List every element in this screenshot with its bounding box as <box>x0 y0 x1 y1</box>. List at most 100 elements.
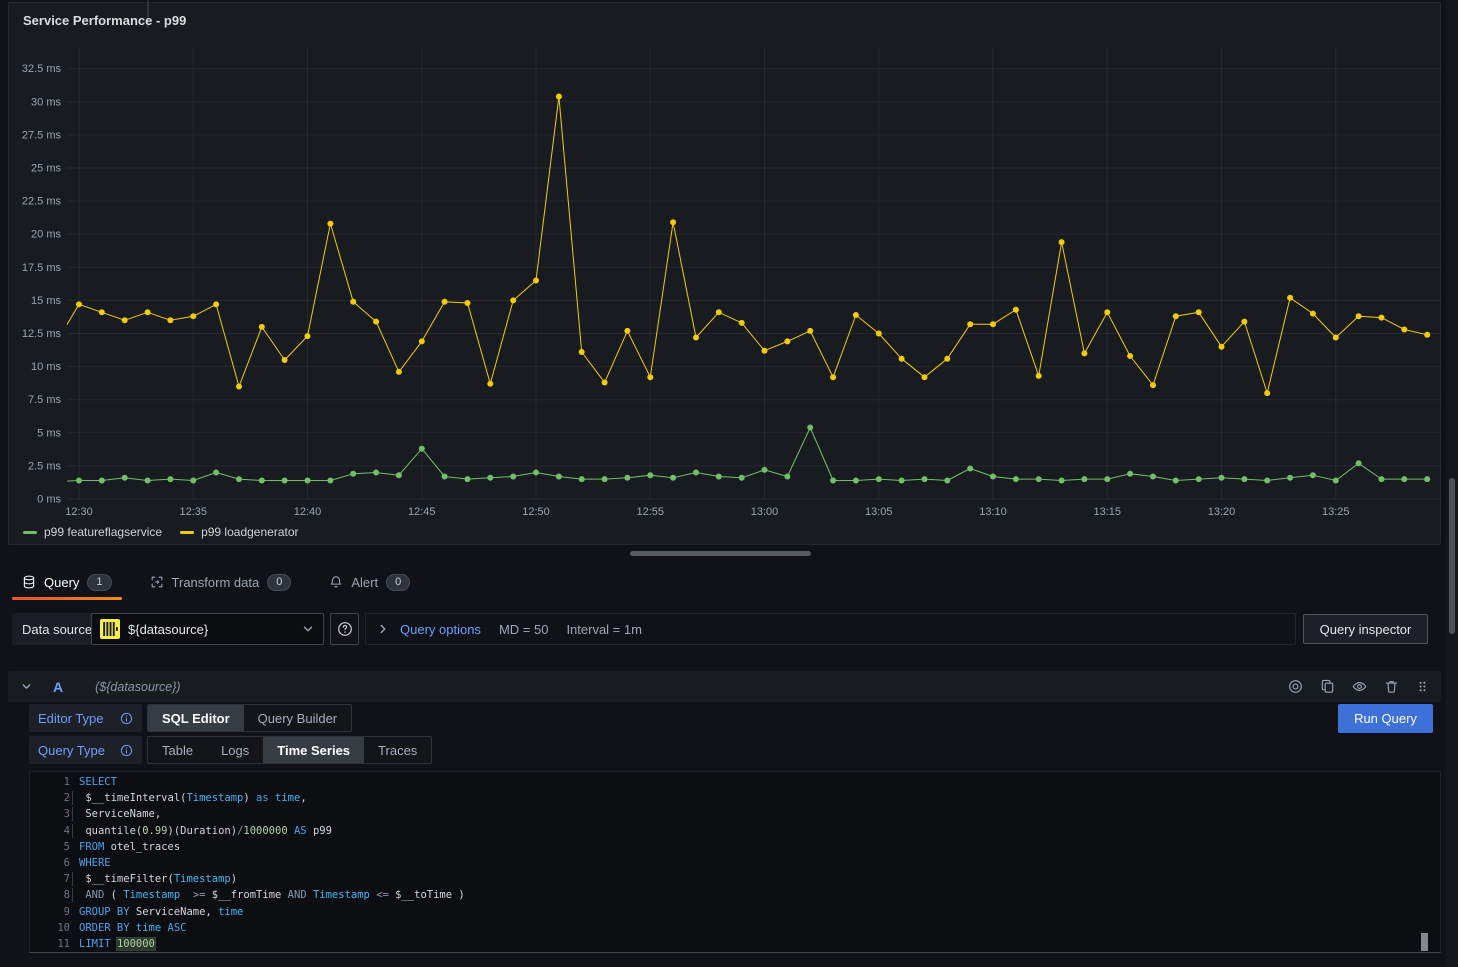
line-number: 6 <box>30 855 70 871</box>
drag-handle-icon[interactable] <box>1416 679 1429 694</box>
y-axis-tick-label: 2.5 ms <box>28 460 62 472</box>
tab-query[interactable]: Query1 <box>10 563 124 601</box>
info-circle-icon[interactable] <box>120 744 133 757</box>
code-line[interactable]: 3 ServiceName, <box>30 806 1440 822</box>
data-point <box>556 474 562 480</box>
datasource-help-button[interactable] <box>330 613 359 645</box>
data-point <box>1059 239 1065 245</box>
x-axis-tick-label: 13:20 <box>1208 506 1236 518</box>
data-point <box>236 476 242 482</box>
data-point <box>1287 295 1293 301</box>
x-axis-tick-label: 13:25 <box>1322 506 1350 518</box>
code-line-content: FROM otel_traces <box>79 839 180 855</box>
legend-item[interactable]: p99 featureflagservice <box>23 525 162 539</box>
legend-item[interactable]: p99 loadgenerator <box>180 525 298 539</box>
eye-icon[interactable] <box>1352 679 1367 694</box>
query-row-actions <box>1288 679 1429 694</box>
editor-type-option-query-builder[interactable]: Query Builder <box>244 705 351 731</box>
datasource-value: ${datasource} <box>128 622 208 637</box>
query-type-option-logs[interactable]: Logs <box>207 737 263 763</box>
data-point <box>807 328 813 334</box>
y-axis-tick-label: 17.5 ms <box>22 262 62 274</box>
panel-title[interactable]: Service Performance - p99 <box>23 13 186 28</box>
data-point <box>487 381 493 387</box>
data-point <box>190 478 196 484</box>
editor-type-segmented-control: SQL EditorQuery Builder <box>147 704 352 732</box>
y-axis-tick-label: 30 ms <box>31 96 61 108</box>
query-options-section[interactable]: Query options MD = 50 Interval = 1m <box>365 613 1296 645</box>
data-point <box>1013 307 1019 313</box>
code-line-content: $__timeFilter(Timestamp) <box>79 871 237 887</box>
x-axis-tick-label: 12:55 <box>636 506 664 518</box>
data-point <box>1173 478 1179 484</box>
query-options-label: Query options <box>400 622 481 637</box>
run-query-button[interactable]: Run Query <box>1338 704 1433 733</box>
tab-transform-data[interactable]: Transform data0 <box>138 563 304 601</box>
datasource-select[interactable]: ${datasource} <box>91 613 324 645</box>
data-point <box>373 319 379 325</box>
code-line[interactable]: 7 $__timeFilter(Timestamp) <box>30 871 1440 887</box>
x-axis-tick-label: 12:50 <box>522 506 550 518</box>
record-circle-icon[interactable] <box>1288 679 1303 694</box>
chevron-right-icon <box>376 622 390 636</box>
data-point <box>1333 478 1339 484</box>
x-axis-tick-label: 13:10 <box>979 506 1007 518</box>
y-axis-tick-label: 0 ms <box>37 494 61 506</box>
legend-series-name: p99 featureflagservice <box>44 525 162 539</box>
data-point <box>1127 471 1133 477</box>
y-axis-tick-label: 15 ms <box>31 295 61 307</box>
trash-icon[interactable] <box>1384 679 1399 694</box>
page-scrollbar-thumb[interactable] <box>1449 478 1455 634</box>
editor-type-option-sql-editor[interactable]: SQL Editor <box>148 705 244 731</box>
copy-icon[interactable] <box>1320 679 1335 694</box>
horizontal-scrollbar-thumb[interactable] <box>630 551 811 556</box>
line-number: 1 <box>30 774 70 790</box>
bell-icon <box>329 575 343 589</box>
y-axis-tick-label: 20 ms <box>31 229 61 241</box>
y-axis-tick-label: 5 ms <box>37 427 61 439</box>
info-circle-icon[interactable] <box>120 712 133 725</box>
code-line[interactable]: 6WHERE <box>30 855 1440 871</box>
data-point <box>624 475 630 481</box>
data-point <box>442 474 448 480</box>
indent-guide <box>72 872 73 886</box>
data-point <box>739 320 745 326</box>
data-point <box>1310 311 1316 317</box>
data-point <box>213 470 219 476</box>
code-line[interactable]: 11LIMIT 100000 <box>30 936 1440 952</box>
code-line[interactable]: 10ORDER BY time ASC <box>30 920 1440 936</box>
line-number: 9 <box>30 904 70 920</box>
code-line[interactable]: 1SELECT <box>30 774 1440 790</box>
database-icon <box>22 575 36 589</box>
data-point <box>510 297 516 303</box>
data-point <box>944 478 950 484</box>
data-point <box>967 466 973 472</box>
code-line[interactable]: 9GROUP BY ServiceName, time <box>30 904 1440 920</box>
editor-scrollbar-thumb[interactable] <box>1421 933 1428 951</box>
query-type-option-time-series[interactable]: Time Series <box>263 737 364 763</box>
data-point <box>145 478 151 484</box>
code-line[interactable]: 2 $__timeInterval(Timestamp) as time, <box>30 790 1440 806</box>
code-line[interactable]: 8 AND ( Timestamp >= $__fromTime AND Tim… <box>30 887 1440 903</box>
data-point <box>442 299 448 305</box>
data-point <box>1036 373 1042 379</box>
code-line[interactable]: 4 quantile(0.99)(Duration)/1000000 AS p9… <box>30 823 1440 839</box>
data-point <box>1127 353 1133 359</box>
data-point <box>762 348 768 354</box>
collapse-chevron-down-icon[interactable] <box>20 680 33 693</box>
query-type-option-traces[interactable]: Traces <box>364 737 431 763</box>
data-point <box>373 470 379 476</box>
tab-alert[interactable]: Alert0 <box>317 563 422 601</box>
data-point <box>350 471 356 477</box>
query-inspector-button[interactable]: Query inspector <box>1303 614 1428 644</box>
query-type-option-table[interactable]: Table <box>148 737 207 763</box>
code-line[interactable]: 5FROM otel_traces <box>30 839 1440 855</box>
line-number: 7 <box>30 871 70 887</box>
query-ref-id[interactable]: A <box>53 679 63 695</box>
sql-code-editor[interactable]: 1SELECT2 $__timeInterval(Timestamp) as t… <box>29 771 1441 953</box>
data-point <box>305 333 311 339</box>
time-series-chart[interactable]: 0 ms2.5 ms5 ms7.5 ms10 ms12.5 ms15 ms17.… <box>9 3 1443 548</box>
x-axis-tick-label: 13:00 <box>751 506 779 518</box>
data-point <box>693 335 699 341</box>
data-point <box>167 317 173 323</box>
